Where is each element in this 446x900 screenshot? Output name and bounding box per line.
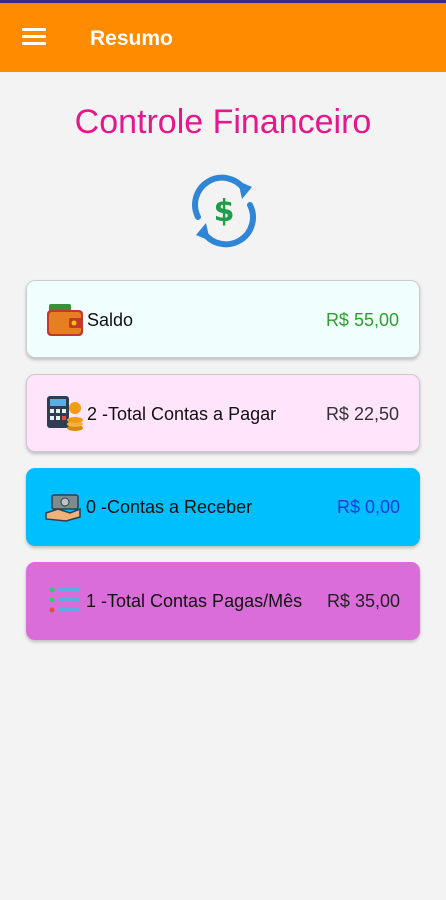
app-bar: Resumo [0,3,446,72]
hand-money-icon [45,494,81,522]
logo-dollar-sign: $ [214,194,235,229]
checklist-icon [49,587,80,613]
app-bar-title: Resumo [90,27,173,50]
calculator-coins-icon [47,396,83,431]
card-saldo[interactable]: Saldo R$ 55,00 [26,280,420,358]
card-contas-a-receber-label: 0 -Contas a Receber [86,497,253,517]
dollar-refresh-icon: $ [192,174,256,248]
card-contas-a-receber-value: R$ 0,00 [336,497,400,517]
card-contas-pagas-mes-label: 1 -Total Contas Pagas/Mês [86,591,303,611]
card-contas-pagas-mes[interactable]: 1 -Total Contas Pagas/Mês R$ 35,00 [26,562,420,640]
card-contas-a-receber[interactable]: 0 -Contas a Receber R$ 0,00 [26,468,420,546]
card-contas-pagas-mes-value: R$ 35,00 [326,591,400,611]
hamburger-menu-icon[interactable] [22,27,48,47]
page-title: Controle Financeiro [74,103,372,141]
card-saldo-value: R$ 55,00 [325,310,399,330]
card-contas-a-pagar-value: R$ 22,50 [325,404,399,424]
wallet-icon [47,304,83,336]
card-contas-a-pagar[interactable]: 2 -Total Contas a Pagar R$ 22,50 [26,374,420,452]
card-saldo-label: Saldo [87,310,134,330]
card-contas-a-pagar-label: 2 -Total Contas a Pagar [87,404,277,424]
